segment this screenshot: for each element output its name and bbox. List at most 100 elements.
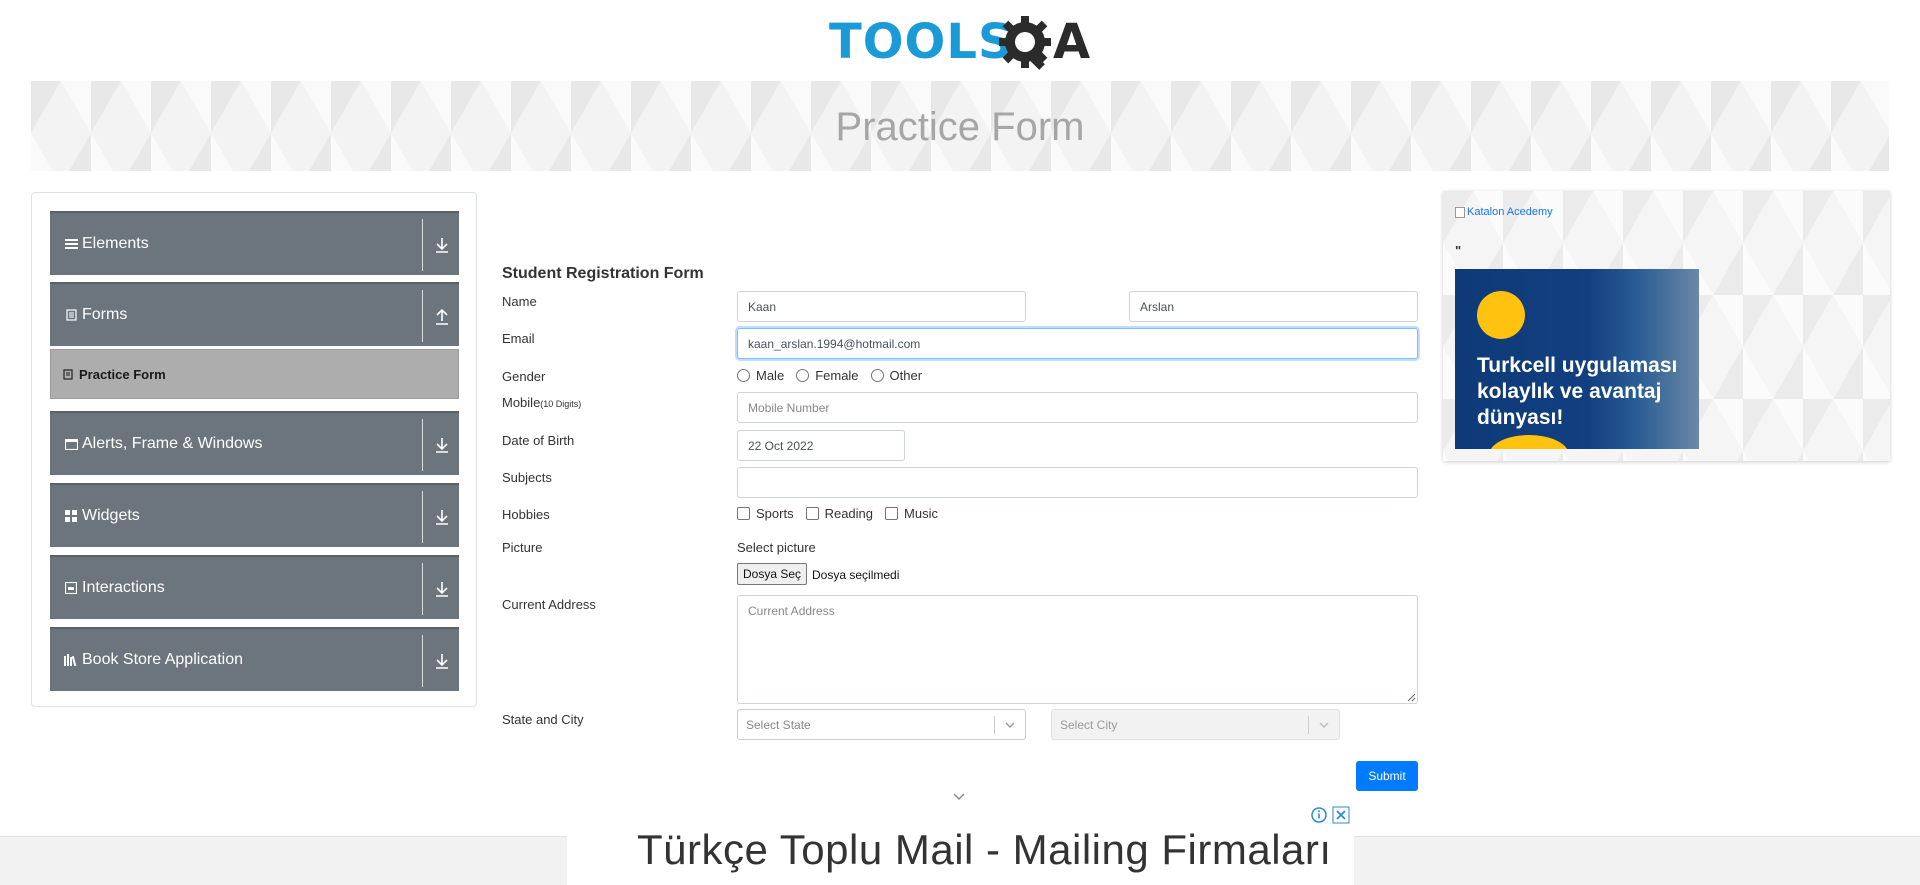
sidebar-group-elements[interactable]: Elements (50, 211, 459, 275)
sidebar-group-interactions[interactable]: Interactions (50, 555, 459, 619)
file-icon (63, 368, 73, 380)
last-name-input[interactable]: Arslan (1129, 291, 1418, 322)
subjects-label: Subjects (502, 470, 552, 485)
city-select[interactable]: Select City (1051, 709, 1340, 740)
group-header[interactable]: Widgets (50, 483, 459, 547)
hobby-option-reading[interactable]: Reading (805, 506, 874, 521)
mobile-label-text: Mobile (502, 395, 541, 410)
grid-icon (64, 509, 78, 523)
gender-option-male[interactable]: Male (737, 368, 784, 383)
upload-arrow-icon[interactable] (433, 306, 451, 326)
picture-label: Picture (502, 540, 543, 555)
sidebar-group-forms[interactable]: Forms (50, 282, 459, 346)
group-header[interactable]: Alerts, Frame & Windows (50, 411, 459, 475)
sidebar-group-alerts[interactable]: Alerts, Frame & Windows (50, 411, 459, 475)
mobile-label: Mobile(10 Digits) (502, 395, 581, 410)
chevron-down-icon (1319, 722, 1329, 728)
download-arrow-icon[interactable] (433, 435, 451, 455)
chevron-down-icon (1005, 722, 1015, 728)
hobby-option-music[interactable]: Music (885, 506, 938, 521)
decorative-shape (1489, 435, 1569, 449)
hobbies-label: Hobbies (502, 507, 550, 522)
bottom-ad-text: Türkçe Toplu Mail - Mailing Firmaları (637, 826, 1332, 873)
group-label: Interactions (82, 579, 165, 596)
toolsqa-logo[interactable]: TOOLS A (829, 12, 1093, 74)
download-arrow-icon[interactable] (433, 579, 451, 599)
close-icon[interactable] (1332, 806, 1350, 824)
hamburger-icon (64, 237, 78, 251)
email-label: Email (502, 331, 535, 346)
right-ad-panel: Katalon Acedemy " Turkcell uygulaması ko… (1443, 191, 1890, 461)
download-arrow-icon[interactable] (433, 507, 451, 527)
logo-text-tools: TOOLS (829, 14, 1014, 70)
checkbox-label: Sports (756, 506, 794, 521)
ad-link-text: Katalon Acedemy (1467, 206, 1553, 218)
katalon-ad-link[interactable]: Katalon Acedemy (1455, 206, 1553, 218)
gender-option-other[interactable]: Other (870, 368, 923, 383)
ad-quotes: " (1455, 243, 1462, 258)
email-input[interactable]: kaan_arslan.1994@hotmail.com (737, 328, 1418, 359)
gender-radio-group: Male Female Other (737, 368, 934, 383)
mobile-input[interactable]: Mobile Number (737, 392, 1418, 423)
radio-button[interactable] (796, 369, 810, 382)
first-name-input[interactable]: Kaan (737, 291, 1026, 322)
choose-file-button[interactable]: Dosya Seç (737, 563, 808, 585)
divider (422, 219, 423, 271)
radio-button[interactable] (737, 369, 750, 382)
subjects-input[interactable] (737, 467, 1418, 498)
mobile-hint: (10 Digits) (540, 399, 582, 409)
current-address-textarea[interactable]: Current Address (737, 595, 1418, 704)
page-title: Practice Form (835, 105, 1085, 149)
group-header[interactable]: Elements (50, 211, 459, 275)
radio-button[interactable] (870, 369, 884, 382)
checkbox[interactable] (885, 507, 899, 520)
sidebar-group-widgets[interactable]: Widgets (50, 483, 459, 547)
divider (994, 716, 995, 734)
file-status-text: Dosya seçilmedi (812, 568, 900, 582)
group-header[interactable]: Forms (50, 282, 459, 346)
turkcell-ad-image[interactable]: Turkcell uygulaması kolaylık ve avantaj … (1455, 269, 1699, 449)
books-icon (64, 653, 78, 667)
group-label: Book Store Application (82, 651, 243, 668)
ad-image-text: Turkcell uygulaması kolaylık ve avantaj … (1477, 353, 1677, 431)
ad-image-line: dünyası! (1477, 406, 1564, 429)
interaction-icon (64, 581, 78, 595)
sidebar-item-practice-form[interactable]: Practice Form (50, 349, 459, 399)
divider (422, 635, 423, 687)
resize-handle-icon[interactable] (1406, 692, 1416, 702)
radio-label: Female (815, 368, 859, 383)
checkbox-label: Reading (824, 506, 874, 521)
form-title: Student Registration Form (502, 265, 704, 282)
turkcell-logo-icon (1477, 291, 1525, 339)
ad-image-line: Turkcell uygulaması (1477, 354, 1678, 377)
sidebar-group-book-store[interactable]: Book Store Application (50, 627, 459, 691)
bottom-ad-banner[interactable]: Türkçe Toplu Mail - Mailing Firmaları (567, 804, 1354, 885)
page-banner: Practice Form (31, 81, 1889, 171)
hobby-option-sports[interactable]: Sports (737, 506, 794, 521)
group-label: Forms (82, 306, 128, 323)
group-header[interactable]: Book Store Application (50, 627, 459, 691)
divider (422, 563, 423, 615)
sidebar-item-label: Practice Form (79, 366, 166, 382)
name-label: Name (502, 294, 537, 309)
download-arrow-icon[interactable] (433, 651, 451, 671)
gender-label: Gender (502, 369, 546, 384)
radio-label: Other (889, 368, 923, 383)
gender-option-female[interactable]: Female (796, 368, 859, 383)
address-label: Current Address (502, 597, 596, 612)
checkbox-label: Music (904, 506, 938, 521)
address-placeholder: Current Address (748, 604, 835, 618)
gear-icon (999, 16, 1051, 70)
chevron-down-icon[interactable] (952, 791, 966, 803)
checkbox[interactable] (805, 507, 819, 520)
group-label: Elements (82, 235, 149, 252)
info-icon[interactable] (1310, 806, 1328, 824)
sidebar: Elements Forms Practice Form Alerts, Fra… (31, 192, 477, 707)
download-arrow-icon[interactable] (433, 235, 451, 255)
group-header[interactable]: Interactions (50, 555, 459, 619)
state-select[interactable]: Select State (737, 709, 1026, 740)
dob-input[interactable]: 22 Oct 2022 (737, 430, 905, 461)
state-city-label: State and City (502, 712, 584, 727)
checkbox[interactable] (737, 507, 750, 520)
submit-button[interactable]: Submit (1356, 761, 1418, 791)
